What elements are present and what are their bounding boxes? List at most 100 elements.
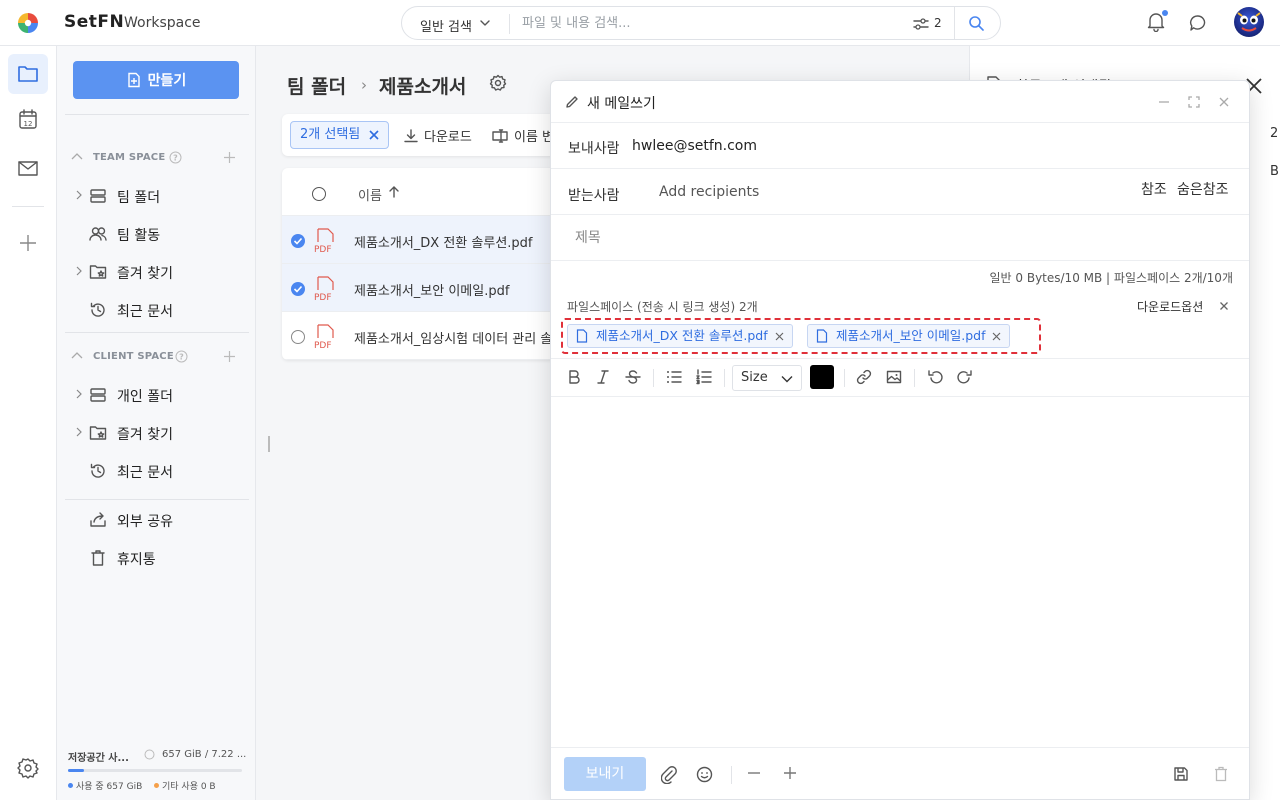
folder-icon	[18, 66, 38, 82]
sidebar-item-team-favorites[interactable]: 즐겨 찾기	[73, 258, 243, 286]
create-button[interactable]: 만들기	[73, 61, 239, 99]
link-icon[interactable]	[856, 369, 872, 385]
sidebar-item-team-folder[interactable]: 팀 폴더	[73, 182, 243, 210]
chevron-right-icon[interactable]	[75, 427, 83, 437]
app-logo[interactable]	[17, 12, 39, 34]
panel-resize-handle[interactable]	[268, 436, 270, 452]
row-checkbox[interactable]	[291, 282, 305, 296]
divider	[653, 369, 654, 387]
sidebar-item-team-recent[interactable]: 최근 문서	[73, 296, 243, 324]
sidebar-item-external-share[interactable]: 외부 공유	[73, 506, 243, 534]
add-team-space-icon[interactable]	[223, 151, 236, 164]
user-avatar[interactable]	[1234, 7, 1264, 37]
undo-icon[interactable]	[927, 369, 943, 385]
team-space-header[interactable]: TEAM SPACE ?	[71, 148, 241, 168]
minimize-icon[interactable]	[1157, 95, 1171, 109]
trash-icon[interactable]	[1213, 766, 1229, 782]
sidebar-item-team-activity[interactable]: 팀 활동	[73, 220, 243, 248]
recipients-input[interactable]	[655, 179, 1015, 205]
chevron-up-icon[interactable]	[71, 351, 83, 359]
storage-progress-fill	[68, 769, 84, 772]
search-type-select[interactable]: 일반 검색	[420, 16, 472, 35]
image-icon[interactable]	[886, 369, 902, 385]
file-name[interactable]: 제품소개서_DX 전환 솔루션.pdf	[354, 232, 533, 251]
remove-attachment-icon[interactable]	[775, 332, 784, 341]
subject-input[interactable]	[575, 225, 1175, 251]
strikethrough-icon[interactable]	[625, 369, 641, 385]
rail-settings-button[interactable]	[8, 748, 48, 788]
minus-icon[interactable]	[747, 766, 761, 780]
sort-arrow-up-icon[interactable]	[388, 185, 400, 199]
gear-icon[interactable]	[489, 74, 507, 92]
bcc-toggle[interactable]: 숨은참조	[1177, 179, 1229, 199]
download-button[interactable]: 다운로드	[404, 126, 472, 145]
brand-name: SetFN	[64, 12, 125, 32]
rail-calendar-button[interactable]: 12	[8, 100, 48, 140]
emoji-icon[interactable]	[696, 766, 713, 783]
attachment-chip[interactable]: 제품소개서_보안 이메일.pdf	[807, 324, 1011, 348]
chevron-right-icon[interactable]	[75, 389, 83, 399]
help-circle-icon[interactable]: ?	[169, 151, 182, 164]
text-color-swatch[interactable]	[810, 365, 834, 389]
italic-icon[interactable]	[596, 369, 610, 385]
chevron-down-icon[interactable]	[480, 19, 490, 27]
compose-title: 새 메일쓰기	[587, 96, 656, 112]
add-client-space-icon[interactable]	[223, 350, 236, 363]
row-checkbox[interactable]	[291, 330, 305, 344]
redo-icon[interactable]	[957, 369, 973, 385]
sidebar-item-client-favorites[interactable]: 즐겨 찾기	[73, 419, 243, 447]
chevron-right-icon[interactable]	[75, 266, 83, 276]
trash-icon	[91, 550, 105, 566]
pdf-file-icon: PDF	[314, 228, 334, 254]
send-button[interactable]: 보내기	[564, 757, 646, 791]
paperclip-icon[interactable]	[661, 766, 677, 784]
column-header-name[interactable]: 이름	[358, 185, 382, 204]
table-row[interactable]: PDF 제품소개서_임상시험 데이터 관리 솔	[282, 312, 572, 360]
sidebar-item-trash[interactable]: 휴지통	[73, 544, 243, 572]
sidebar-item-label: 휴지통	[117, 552, 156, 568]
svg-text:?: ?	[179, 353, 184, 362]
notification-dot	[1162, 10, 1168, 16]
table-row[interactable]: PDF 제품소개서_DX 전환 솔루션.pdf	[282, 216, 572, 264]
from-label: 보내사람	[568, 141, 620, 157]
sidebar-item-personal-folder[interactable]: 개인 폴더	[73, 381, 243, 409]
attachments-highlight-box: 제품소개서_DX 전환 솔루션.pdf 제품소개서_보안 이메일.pdf	[561, 318, 1041, 354]
help-circle-icon[interactable]: ?	[175, 350, 188, 363]
maximize-icon[interactable]	[1187, 95, 1201, 109]
cc-toggle[interactable]: 참조	[1141, 179, 1167, 199]
rail-files-button[interactable]	[8, 54, 48, 94]
remove-attachment-icon[interactable]	[992, 332, 1001, 341]
from-address: hwlee@setfn.com	[632, 138, 757, 154]
rail-add-button[interactable]	[8, 223, 48, 263]
bullet-list-icon[interactable]	[666, 369, 682, 385]
save-icon[interactable]	[1173, 766, 1189, 782]
rail-mail-button[interactable]	[8, 148, 48, 188]
filter-sliders-icon[interactable]	[913, 17, 929, 31]
row-checkbox[interactable]	[291, 234, 305, 248]
font-size-select[interactable]: Size	[732, 365, 802, 391]
numbered-list-icon[interactable]	[696, 369, 712, 385]
chat-bubble-icon[interactable]	[1189, 14, 1207, 32]
help-circle-icon[interactable]	[144, 749, 155, 760]
plus-icon[interactable]	[783, 766, 797, 780]
attachment-chip[interactable]: 제품소개서_DX 전환 솔루션.pdf	[567, 324, 793, 348]
chevron-up-icon[interactable]	[71, 152, 83, 160]
message-body-editor[interactable]	[551, 397, 1249, 747]
clear-selection-icon[interactable]	[368, 129, 380, 141]
selection-chip[interactable]: 2개 선택됨	[290, 121, 390, 149]
breadcrumb-team-folder[interactable]: 팀 폴더	[287, 72, 346, 99]
close-icon[interactable]	[1217, 95, 1231, 109]
client-space-header[interactable]: CLIENT SPACE ?	[71, 347, 241, 367]
search-icon[interactable]	[968, 15, 984, 31]
close-icon[interactable]	[1219, 301, 1229, 311]
sidebar-item-client-recent[interactable]: 최근 문서	[73, 457, 243, 485]
select-all-checkbox[interactable]	[312, 187, 326, 201]
download-options-link[interactable]: 다운로드옵션	[1137, 298, 1203, 315]
search-input[interactable]	[512, 10, 892, 36]
table-row[interactable]: PDF 제품소개서_보안 이메일.pdf	[282, 264, 572, 312]
file-name[interactable]: 제품소개서_임상시험 데이터 관리 솔	[354, 328, 552, 347]
bold-icon[interactable]	[567, 369, 581, 385]
rename-button[interactable]: 이름 변	[492, 126, 554, 145]
file-name[interactable]: 제품소개서_보안 이메일.pdf	[354, 280, 509, 299]
chevron-right-icon[interactable]	[75, 190, 83, 200]
